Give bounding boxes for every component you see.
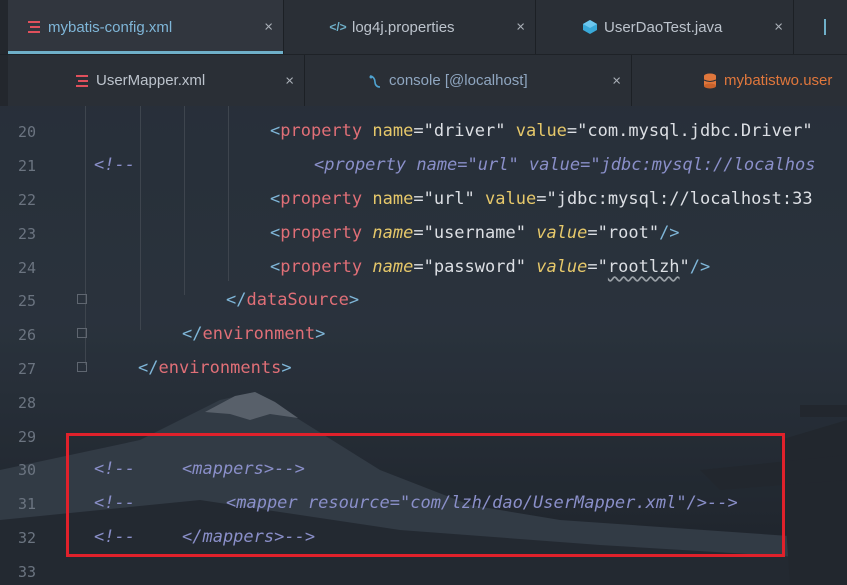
- tab-userdaotest[interactable]: UserDaoTest.java ×: [536, 0, 794, 54]
- tab-label: mybatistwo.user: [724, 72, 833, 89]
- console-icon: [367, 73, 383, 89]
- database-table-icon: [702, 73, 718, 89]
- xml-tag: property: [280, 121, 363, 141]
- xml-tag: property: [280, 223, 363, 243]
- tab-console-localhost[interactable]: console [@localhost] ×: [305, 55, 632, 106]
- close-icon[interactable]: ×: [774, 19, 783, 36]
- xml-tag: environments: [158, 358, 282, 378]
- xml-tag: environment: [202, 324, 316, 344]
- xml-value-quote: ": [597, 257, 608, 277]
- xml-attribute: name: [372, 121, 414, 141]
- code-line-26: </environment>: [182, 324, 326, 344]
- tag-bracket: />: [659, 223, 680, 243]
- tab-label: log4j.properties: [352, 18, 455, 36]
- close-icon[interactable]: ×: [285, 72, 294, 89]
- tag-bracket: <: [270, 121, 281, 141]
- xml-value: "jdbc:mysql://localhost:33: [546, 189, 813, 209]
- xml-attribute: value: [515, 121, 567, 141]
- xml-tag: property: [280, 189, 363, 209]
- comment-open: <!--: [94, 155, 135, 175]
- split-editor-icon[interactable]: [824, 19, 842, 35]
- tab-bar-left-edge: [0, 55, 8, 106]
- spellcheck-warning-value[interactable]: rootlzh: [608, 257, 680, 277]
- close-icon[interactable]: ×: [516, 19, 525, 36]
- xml-value-quote: ": [679, 257, 690, 277]
- close-icon[interactable]: ×: [612, 72, 621, 89]
- tab-label: UserMapper.xml: [96, 72, 206, 89]
- xml-value: "driver": [423, 121, 506, 141]
- tab-mybatistwo-user[interactable]: mybatistwo.user: [632, 55, 847, 106]
- xml-value: "com.mysql.jdbc.Driver": [577, 121, 813, 141]
- tab-label: UserDaoTest.java: [604, 18, 723, 36]
- close-icon[interactable]: ×: [264, 19, 273, 36]
- code-line-21-body: <property name="url" value="jdbc:mysql:/…: [314, 155, 816, 175]
- xml-mapper-icon: [74, 73, 90, 89]
- editor-tab-bar-secondary: UserMapper.xml × console [@localhost] × …: [0, 54, 847, 106]
- code-line-25: </dataSource>: [226, 290, 360, 310]
- code-line-27: </environments>: [138, 358, 292, 378]
- xml-attribute: name: [372, 189, 414, 209]
- xml-attribute: value: [485, 189, 537, 209]
- xml-config-icon: [26, 19, 42, 35]
- tab-mybatis-config[interactable]: mybatis-config.xml ×: [8, 0, 284, 54]
- xml-attribute: name: [372, 223, 414, 243]
- tab-label: console [@localhost]: [389, 72, 528, 89]
- commented-code: <property name="url" value="jdbc:mysql:/…: [314, 155, 816, 175]
- xml-value: "url": [423, 189, 475, 209]
- tab-label: mybatis-config.xml: [48, 18, 173, 36]
- java-class-icon: [582, 19, 598, 35]
- xml-value: "username": [423, 223, 526, 243]
- code-line-20: <property name="driver" value="com.mysql…: [270, 121, 813, 141]
- xml-attribute: value: [536, 223, 588, 243]
- properties-icon: </>: [329, 20, 347, 34]
- code-line-23: <property name="username" value="root"/>: [270, 223, 680, 243]
- tab-log4j-properties[interactable]: </> log4j.properties ×: [284, 0, 536, 54]
- xml-tag: property: [280, 257, 363, 277]
- tag-bracket: />: [689, 257, 711, 277]
- editor-tab-bar-primary: mybatis-config.xml × </> log4j.propertie…: [0, 0, 847, 54]
- tab-bar-left-edge: [0, 0, 8, 54]
- xml-value: "root": [597, 223, 660, 243]
- red-highlight-box: [66, 433, 785, 557]
- xml-value: "password": [423, 257, 526, 277]
- tab-bar-overflow[interactable]: [794, 0, 847, 54]
- xml-attribute: name: [372, 257, 414, 277]
- xml-attribute: value: [536, 257, 588, 277]
- tab-usermapper[interactable]: UserMapper.xml ×: [8, 55, 305, 106]
- code-line-22: <property name="url" value="jdbc:mysql:/…: [270, 189, 813, 209]
- code-line-21: <!--: [94, 155, 135, 175]
- code-line-24: <property name="password" value="rootlzh…: [270, 257, 711, 277]
- xml-tag: dataSource: [246, 290, 349, 310]
